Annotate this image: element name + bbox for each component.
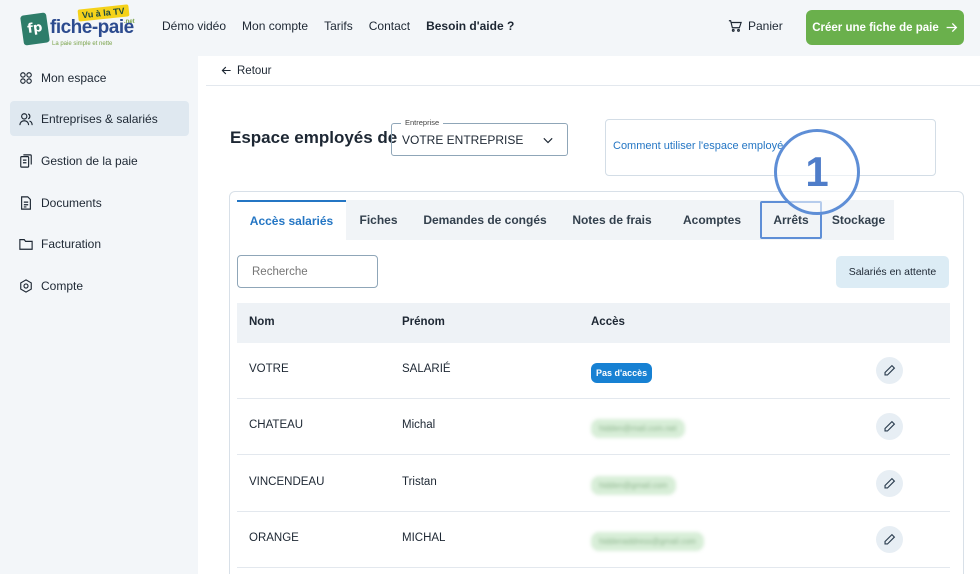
sidebar-item-entreprises[interactable]: Entreprises & salariés [10, 101, 189, 136]
table-row: VOTRE SALARIÉ Pas d'accès [237, 343, 950, 399]
column-prenom[interactable]: Prénom [402, 316, 445, 328]
sidebar-item-label: Compte [41, 278, 84, 293]
cart-link[interactable]: Panier [728, 19, 783, 33]
back-link[interactable]: Retour [237, 65, 272, 77]
edit-button[interactable] [876, 526, 903, 553]
nav-tarifs[interactable]: Tarifs [324, 19, 353, 33]
main-nav: Démo vidéo Mon compte Tarifs Contact Bes… [162, 19, 514, 33]
pencil-icon [884, 364, 896, 376]
logo-brand: fiche-paie [50, 17, 134, 38]
pencil-icon [884, 420, 896, 432]
sidebar-item-documents[interactable]: Documents [10, 185, 189, 220]
arrow-right-icon [946, 22, 958, 33]
cell-nom: CHATEAU [249, 419, 304, 431]
logo-tagline: La paie simple et nette [52, 41, 113, 47]
fiche-paie-logo[interactable]: fp Vu à la TV fiche-paie .net La paie si… [20, 4, 140, 48]
sidebar-item-compte[interactable]: Compte [10, 268, 189, 303]
logo-tld: .net [124, 19, 135, 25]
help-link[interactable]: Comment utiliser l'espace employé [613, 140, 783, 152]
sidebar: Mon espace Entreprises & salariés Gestio… [0, 56, 198, 574]
company-select-legend: Entreprise [401, 118, 444, 127]
folder-icon [19, 238, 33, 250]
column-acces[interactable]: Accès [591, 316, 625, 328]
create-payslip-label: Créer une fiche de paie [812, 21, 939, 34]
tab-acces-salaries[interactable]: Accès salariés [237, 200, 346, 240]
pencil-icon [884, 477, 896, 489]
tab-demandes-conges[interactable]: Demandes de congés [411, 200, 559, 240]
company-select[interactable]: Entreprise VOTRE ENTREPRISE [391, 118, 568, 156]
cart-label: Panier [748, 19, 783, 33]
table-header: Nom Prénom Accès [237, 303, 950, 343]
nav-demo-video[interactable]: Démo vidéo [162, 19, 226, 33]
sidebar-item-label: Documents [41, 195, 102, 210]
cell-nom: VOTRE [249, 363, 289, 375]
nav-aide[interactable]: Besoin d'aide ? [426, 19, 514, 33]
top-bar: fp Vu à la TV fiche-paie .net La paie si… [0, 0, 980, 56]
create-payslip-button[interactable]: Créer une fiche de paie [806, 10, 964, 45]
sidebar-item-label: Mon espace [41, 70, 107, 85]
sidebar-item-label: Facturation [41, 236, 102, 251]
sidebar-item-mon-espace[interactable]: Mon espace [10, 60, 189, 95]
edit-button[interactable] [876, 413, 903, 440]
edit-button[interactable] [876, 470, 903, 497]
search-input[interactable] [237, 255, 378, 288]
step-marker: 1 [774, 129, 860, 215]
email-blurred: hiddenaddress@gmail.com [591, 532, 705, 551]
help-box[interactable]: Comment utiliser l'espace employé [605, 119, 936, 176]
cell-prenom: SALARIÉ [402, 363, 451, 375]
cell-nom: VINCENDEAU [249, 476, 325, 488]
users-icon [19, 112, 33, 125]
page-title: Espace employés de [230, 128, 398, 147]
cell-prenom: Michal [402, 419, 436, 431]
tab-acomptes[interactable]: Acomptes [665, 200, 759, 240]
tab-fiches[interactable]: Fiches [346, 200, 411, 240]
arrow-left-icon[interactable] [221, 65, 232, 76]
sidebar-item-gestion-paie[interactable]: Gestion de la paie [10, 143, 189, 178]
settings-icon [20, 278, 32, 293]
dashboard-icon [20, 71, 32, 84]
no-access-badge: Pas d'accès [591, 363, 653, 383]
sidebar-item-label: Gestion de la paie [41, 153, 138, 168]
sidebar-item-facturation[interactable]: Facturation [10, 226, 189, 261]
edit-button[interactable] [876, 357, 903, 384]
cell-prenom: Tristan [402, 476, 437, 488]
cell-prenom: MICHAL [402, 532, 446, 544]
back-bar: Retour [206, 56, 980, 86]
table-row: ORANGE MICHAL hiddenaddress@gmail.com [237, 512, 950, 568]
logo-badge: fp [20, 12, 50, 46]
sidebar-item-label: Entreprises & salariés [41, 111, 158, 126]
tab-notes-frais[interactable]: Notes de frais [559, 200, 665, 240]
payroll-icon [20, 153, 32, 168]
table-row: CHATEAU Michal hidden@mail.com.net [237, 399, 950, 455]
document-icon [21, 195, 31, 210]
cell-nom: ORANGE [249, 532, 299, 544]
company-select-value: VOTRE ENTREPRISE [402, 133, 524, 147]
column-nom[interactable]: Nom [249, 316, 275, 328]
table-row: VINCENDEAU Tristan hidden@gmail.com [237, 456, 950, 512]
pencil-icon [884, 533, 896, 545]
cart-icon [728, 20, 742, 32]
chevron-down-icon [543, 137, 553, 144]
main-content: Retour Espace employés de Entreprise VOT… [206, 56, 980, 574]
nav-contact[interactable]: Contact [369, 19, 410, 33]
nav-mon-compte[interactable]: Mon compte [242, 19, 308, 33]
waiting-employees-button[interactable]: Salariés en attente [836, 256, 949, 288]
email-blurred: hidden@mail.com.net [591, 419, 685, 438]
email-blurred: hidden@gmail.com [591, 476, 676, 495]
